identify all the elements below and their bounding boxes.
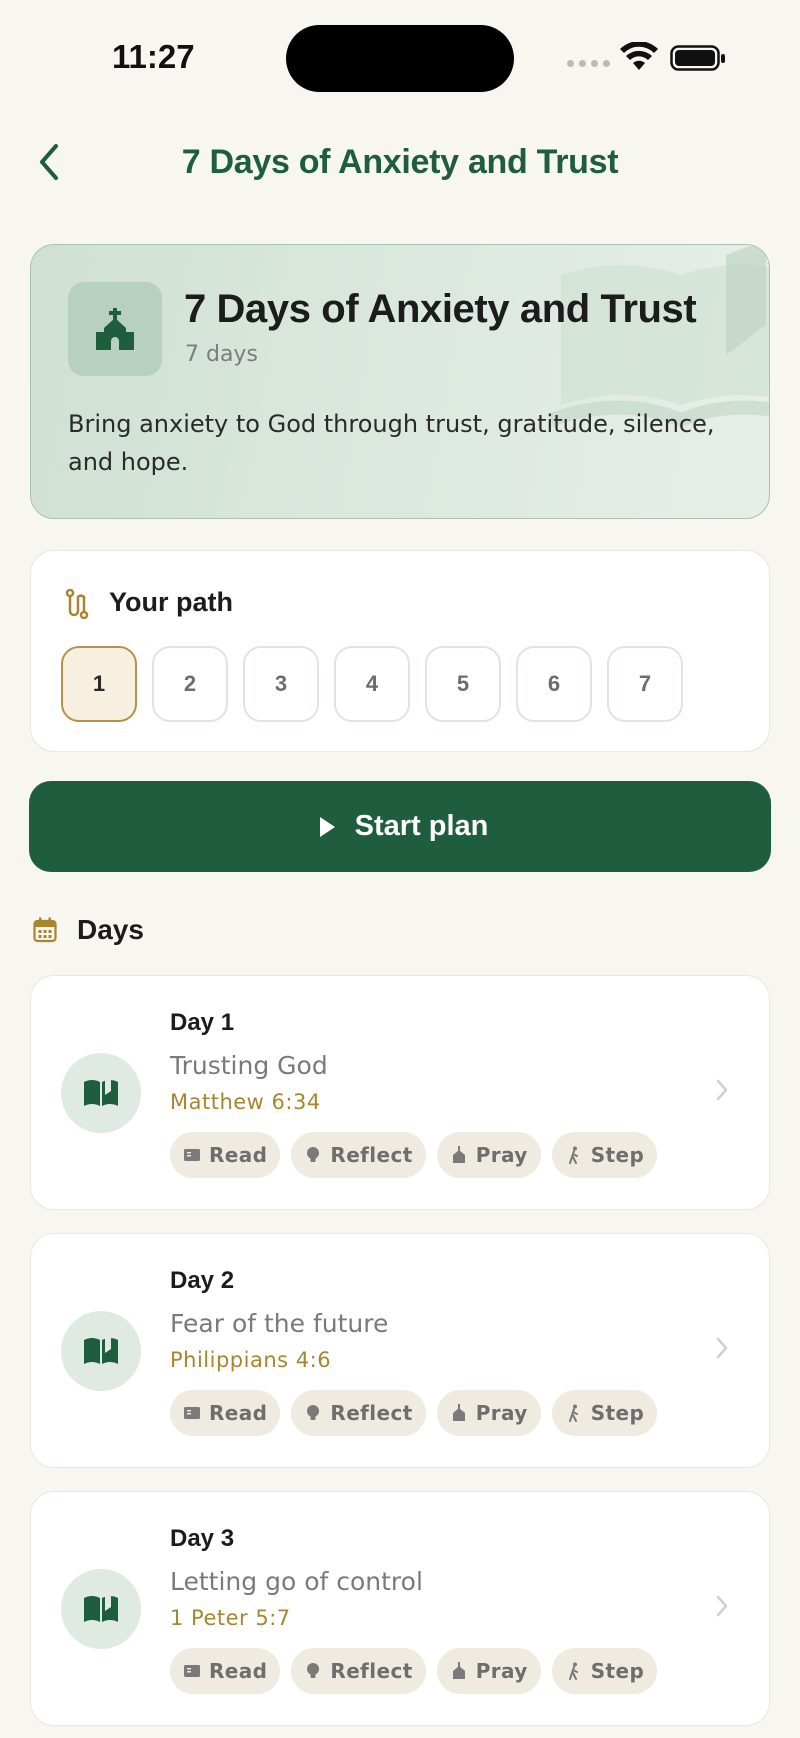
chip-read: Read	[170, 1648, 281, 1694]
chip-step: Step	[551, 1390, 658, 1436]
church-icon	[452, 1146, 465, 1163]
walking-icon	[568, 1662, 578, 1680]
path-step-4[interactable]: 4	[334, 646, 410, 722]
chip-pray: Pray	[436, 1390, 541, 1436]
day-card-2[interactable]: Day 2 Fear of the future Philippians 4:6…	[30, 1233, 770, 1468]
chip-reflect: Reflect	[291, 1390, 426, 1436]
plan-duration: 7 days	[185, 342, 258, 367]
start-plan-label: Start plan	[354, 810, 489, 842]
day-title: Fear of the future	[170, 1309, 389, 1338]
chip-step-label: Step	[590, 1143, 645, 1167]
plan-title: 7 Days of Anxiety and Trust	[184, 287, 697, 331]
battery-icon	[670, 45, 725, 71]
day-scripture-reference: Philippians 4:6	[170, 1348, 332, 1372]
plan-description: Bring anxiety to God through trust, grat…	[68, 410, 715, 476]
your-path-title: Your path	[109, 587, 233, 617]
page-title: 7 Days of Anxiety and Trust	[181, 143, 619, 181]
wifi-icon	[620, 42, 658, 70]
status-time: 11:27	[112, 38, 195, 75]
lightbulb-icon	[307, 1663, 320, 1678]
day-scripture-reference: 1 Peter 5:7	[170, 1606, 291, 1630]
play-icon	[319, 816, 335, 837]
book-icon	[184, 1665, 200, 1677]
calendar-icon	[33, 917, 57, 943]
status-bar: 11:27	[0, 0, 800, 110]
dynamic-island	[286, 25, 514, 92]
day-title: Trusting God	[170, 1051, 328, 1080]
church-icon	[68, 282, 162, 376]
walking-icon	[568, 1404, 578, 1422]
chip-reflect: Reflect	[291, 1648, 426, 1694]
chip-read-label: Read	[209, 1401, 268, 1425]
cellular-signal-icon	[567, 60, 610, 67]
lightbulb-icon	[307, 1147, 320, 1162]
activity-chips: Read Reflect Pray Step	[170, 1132, 658, 1178]
chip-pray: Pray	[436, 1648, 541, 1694]
chevron-right-icon	[716, 1337, 728, 1359]
chip-reflect-label: Reflect	[330, 1401, 413, 1425]
lightbulb-icon	[307, 1405, 320, 1420]
activity-chips: Read Reflect Pray Step	[170, 1648, 658, 1694]
chip-read-label: Read	[209, 1659, 268, 1683]
chip-step-label: Step	[590, 1659, 645, 1683]
chip-read: Read	[170, 1132, 281, 1178]
chip-pray-label: Pray	[475, 1401, 528, 1425]
chip-step-label: Step	[590, 1401, 645, 1425]
day-card-3[interactable]: Day 3 Letting go of control 1 Peter 5:7 …	[30, 1491, 770, 1726]
church-icon	[452, 1404, 465, 1421]
chip-reflect: Reflect	[291, 1132, 426, 1178]
walking-icon	[568, 1146, 578, 1164]
day-label: Day 3	[170, 1525, 235, 1552]
chip-pray: Pray	[436, 1132, 541, 1178]
chip-pray-label: Pray	[475, 1659, 528, 1683]
your-path-card: Your path 1 2 3 4 5 6 7	[30, 550, 770, 752]
chevron-right-icon	[716, 1079, 728, 1101]
days-section-title: Days	[77, 914, 144, 945]
route-icon	[65, 589, 89, 619]
path-step-3[interactable]: 3	[243, 646, 319, 722]
start-plan-button[interactable]: Start plan	[29, 781, 771, 872]
day-label: Day 1	[170, 1009, 235, 1036]
chip-read: Read	[170, 1390, 281, 1436]
chip-read-label: Read	[209, 1143, 268, 1167]
church-icon	[452, 1662, 465, 1679]
path-step-6[interactable]: 6	[516, 646, 592, 722]
chip-step: Step	[551, 1648, 658, 1694]
path-step-7[interactable]: 7	[607, 646, 683, 722]
book-icon	[184, 1407, 200, 1419]
day-card-1[interactable]: Day 1 Trusting God Matthew 6:34 Read Ref…	[30, 975, 770, 1210]
path-step-1[interactable]: 1	[61, 646, 137, 722]
open-book-icon	[61, 1569, 141, 1649]
open-book-icon	[61, 1053, 141, 1133]
chip-pray-label: Pray	[475, 1143, 528, 1167]
activity-chips: Read Reflect Pray Step	[170, 1390, 658, 1436]
open-book-icon	[61, 1311, 141, 1391]
day-label: Day 2	[170, 1267, 235, 1294]
day-title: Letting go of control	[170, 1567, 423, 1596]
book-icon	[184, 1149, 200, 1161]
chip-reflect-label: Reflect	[330, 1659, 413, 1683]
plan-hero-card: 7 Days of Anxiety and Trust 7 days Bring…	[30, 244, 770, 519]
path-steps: 1 2 3 4 5 6 7	[61, 646, 683, 722]
day-scripture-reference: Matthew 6:34	[170, 1090, 321, 1114]
chip-step: Step	[551, 1132, 658, 1178]
path-step-2[interactable]: 2	[152, 646, 228, 722]
chip-reflect-label: Reflect	[330, 1143, 413, 1167]
chevron-right-icon	[716, 1595, 728, 1617]
path-step-5[interactable]: 5	[425, 646, 501, 722]
